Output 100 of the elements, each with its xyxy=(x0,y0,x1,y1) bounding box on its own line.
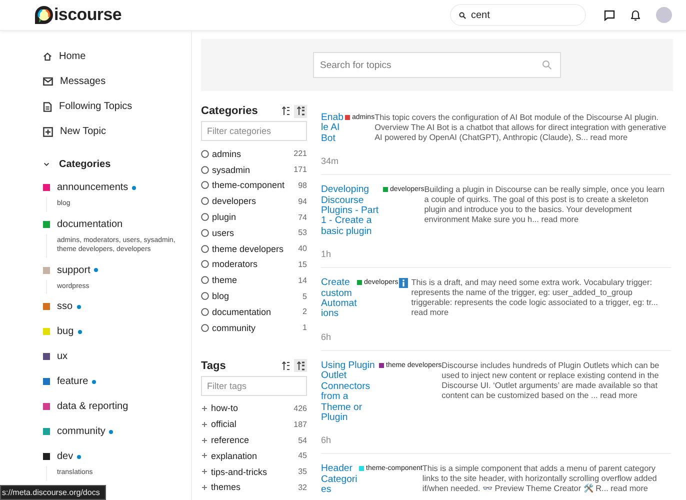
read-more-link[interactable]: read more xyxy=(541,215,579,224)
categories-section-toggle[interactable]: Categories xyxy=(43,153,191,175)
filter-option[interactable]: tips-and-tricks xyxy=(211,466,296,477)
read-more-link[interactable]: read more xyxy=(411,308,449,318)
radio-button[interactable] xyxy=(201,213,209,222)
sort-button[interactable] xyxy=(294,359,307,372)
sort-button[interactable] xyxy=(294,104,307,118)
count-label: 1 xyxy=(302,323,307,332)
filter-option[interactable]: admins xyxy=(212,148,291,159)
sort-alphabetical-icon xyxy=(280,106,290,116)
filter-option[interactable]: users xyxy=(212,228,296,238)
topic-excerpt: Discourse includes hundreds of Plugin Outlets which can be used to inject new content or replace existing contend in the Discourse UI. ‘Outlet arguments’ are made available so that content can be customized based on the ... read more xyxy=(442,360,660,401)
count-label: 426 xyxy=(294,404,307,413)
filter-option[interactable]: documentation xyxy=(212,306,300,317)
search-icon xyxy=(459,12,466,18)
add-tag-button[interactable] xyxy=(201,404,208,413)
topic-age: 6h xyxy=(321,332,332,342)
filter-option[interactable]: explanation xyxy=(211,450,296,461)
topic-age: 6h xyxy=(321,435,332,446)
envelope-icon xyxy=(43,77,53,86)
count-label: 14 xyxy=(298,276,307,285)
filter-option[interactable]: theme-component xyxy=(212,180,296,190)
radio-button[interactable] xyxy=(201,244,209,253)
radio-button[interactable] xyxy=(201,150,209,158)
topic-search-field[interactable]: Search for topics xyxy=(313,52,561,78)
plus-icon xyxy=(202,469,207,474)
topic-title-link[interactable]: Using Plugin Outlet Connectors from a Theme or Plugin xyxy=(321,360,379,424)
topic-title-link[interactable]: Header Categories xyxy=(321,464,359,496)
add-tag-button[interactable] xyxy=(201,420,208,429)
plus-icon xyxy=(202,453,207,458)
topic-excerpt: This topic covers the configuration of AI Bot module of the Discourse AI plugin. Overview The AI Bot is a chatbot that allows for direct integration with generative AI powered by OpenAI (ChatGPT), Anthropic (Claude), S... read more xyxy=(374,113,668,143)
filter-option[interactable]: theme developers xyxy=(212,244,296,254)
sidebar-category-link[interactable]: dev xyxy=(57,451,74,462)
header-search-field[interactable]: cent xyxy=(450,4,586,26)
filter-field[interactable]: Filter tags xyxy=(201,376,307,396)
sidebar-category-link[interactable]: feature xyxy=(57,376,88,387)
sidebar-link[interactable]: Home xyxy=(43,44,191,69)
filter-option[interactable]: sysadmin xyxy=(212,164,291,175)
radio-button[interactable] xyxy=(201,308,209,316)
filter-option[interactable]: themes xyxy=(211,482,296,492)
count-label: 45 xyxy=(298,451,307,460)
radio-button[interactable] xyxy=(201,260,209,268)
topic-excerpt: Building a plugin in Discourse can be really simple, once you learn a couple of quirks. The goal of this post is to create a skeleton plugin and introduce you to the basics. Your development environment Make sure you h... read more xyxy=(424,185,666,226)
radio-button[interactable] xyxy=(201,292,209,300)
topic-age: 1h xyxy=(321,249,332,260)
sidebar-category-link[interactable]: support xyxy=(57,264,90,276)
read-more-link[interactable]: read more xyxy=(610,484,648,494)
add-tag-button[interactable] xyxy=(201,482,208,492)
filter-option[interactable]: reference xyxy=(211,435,296,446)
add-tag-button[interactable] xyxy=(201,451,208,460)
chat-bubble-icon[interactable] xyxy=(604,10,615,20)
radio-button[interactable] xyxy=(201,197,209,206)
topic-excerpt: This is a draft, and may need some extra work. Vocabulary trigger: represents the name of the trigger, eg: user_added_to_group triggerable: represents the code logic associated to a trigger, eg: tr... read more xyxy=(411,278,659,318)
radio-button[interactable] xyxy=(201,228,209,237)
radio-button[interactable] xyxy=(201,166,209,174)
topic-title-link[interactable]: Create custom Automations xyxy=(321,278,357,320)
radio-button[interactable] xyxy=(201,276,209,284)
filter-option[interactable]: blog xyxy=(212,291,300,302)
plus-icon xyxy=(202,422,207,427)
count-label: 40 xyxy=(298,244,307,254)
sort-numeric-icon xyxy=(296,360,306,371)
filter-option[interactable]: community xyxy=(212,322,300,333)
filter-field[interactable]: Filter categories xyxy=(201,121,307,141)
filter-option[interactable]: how-to xyxy=(211,403,291,414)
sidebar-category-link[interactable]: documentation xyxy=(57,218,123,230)
count-label: 15 xyxy=(298,260,307,269)
count-label: 171 xyxy=(294,165,307,174)
sidebar-category-link[interactable]: data & reporting xyxy=(57,401,128,412)
count-label: 2 xyxy=(302,307,307,316)
read-more-link[interactable]: read more xyxy=(590,133,628,142)
radio-button[interactable] xyxy=(201,324,209,332)
sidebar-category-link[interactable]: ux xyxy=(57,351,68,362)
sidebar-category-link[interactable]: community xyxy=(57,426,106,437)
filter-option[interactable]: developers xyxy=(212,196,296,206)
sort-button[interactable] xyxy=(279,104,292,118)
bell-icon[interactable] xyxy=(631,10,640,20)
sidebar-category-link[interactable]: bug xyxy=(57,326,74,337)
sidebar-category-link[interactable]: sso xyxy=(57,301,73,312)
topic-title-link[interactable]: Enable AI Bot xyxy=(321,113,345,144)
sidebar-link[interactable]: Messages xyxy=(43,69,191,94)
add-tag-button[interactable] xyxy=(201,467,208,476)
sort-button[interactable] xyxy=(279,359,292,372)
sidebar-category-link[interactable]: announcements xyxy=(57,182,128,193)
radio-button[interactable] xyxy=(201,181,209,190)
logo-text: iscourse xyxy=(54,5,122,25)
count-label: 54 xyxy=(298,436,307,445)
count-label: 5 xyxy=(302,292,307,301)
search-icon xyxy=(542,60,552,70)
filter-heading: Tags xyxy=(201,360,226,372)
count-label: 94 xyxy=(298,196,307,206)
filter-option[interactable]: plugin xyxy=(212,212,296,222)
topic-title-link[interactable]: Developing Discourse Plugins - Part 1 - Create a basic plugin xyxy=(321,185,383,238)
filter-option[interactable]: official xyxy=(211,419,291,430)
add-tag-button[interactable] xyxy=(201,436,208,445)
filter-option[interactable]: moderators xyxy=(212,259,296,270)
sidebar-link[interactable]: New Topic xyxy=(43,119,191,144)
sidebar-link[interactable]: Following Topics xyxy=(43,94,191,119)
filter-heading: Categories xyxy=(201,105,258,117)
read-more-link[interactable]: read more xyxy=(600,390,638,400)
filter-option[interactable]: theme xyxy=(212,275,296,286)
